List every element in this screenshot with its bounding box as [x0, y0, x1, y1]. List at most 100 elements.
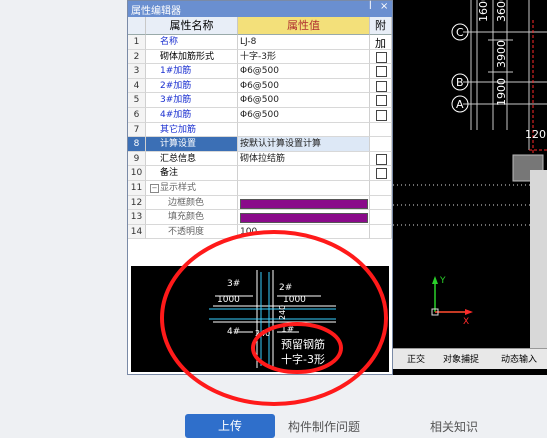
property-value[interactable]: 100 — [238, 224, 370, 240]
property-row[interactable]: 4 2#加筋 Φ6@500 — [128, 78, 392, 94]
property-name: 1#加筋 — [146, 64, 238, 79]
property-row[interactable]: 2 砌体加筋形式 十字-3形 — [128, 49, 392, 65]
property-value[interactable]: Φ6@500 — [238, 108, 370, 123]
header-value: 属性值 — [238, 17, 370, 35]
row-index: 3 — [128, 64, 146, 79]
property-name: 填充颜色 — [146, 210, 238, 225]
property-value[interactable]: Φ6@500 — [238, 78, 370, 94]
color-swatch[interactable] — [240, 213, 368, 224]
add-cell — [370, 78, 392, 94]
preview-label-2: 2# — [279, 283, 292, 293]
add-checkbox[interactable] — [376, 153, 387, 165]
property-value[interactable] — [238, 195, 370, 211]
property-row[interactable]: 6 4#加筋 Φ6@500 — [128, 108, 392, 123]
preview-note-line2: 十字-3形 — [281, 352, 325, 366]
property-name: − 显示样式 — [146, 181, 238, 196]
cad-drawing-area[interactable]: C B A 1600 3600 1900 3900 120 Y X — [393, 0, 547, 375]
property-value[interactable]: 十字-3形 — [238, 49, 370, 65]
property-name-text: 不透明度 — [168, 226, 205, 237]
add-cell — [370, 137, 392, 152]
property-name-text: 填充颜色 — [168, 212, 205, 223]
add-checkbox[interactable] — [376, 66, 387, 78]
upload-button[interactable]: 上传 — [185, 414, 275, 438]
property-name: 名称 — [146, 35, 238, 50]
pin-icon[interactable]: ꟾ — [369, 2, 372, 12]
property-name-text: 砌体加筋形式 — [160, 51, 215, 62]
property-name-text: 1#加筋 — [160, 66, 192, 77]
property-name-text: 边框颜色 — [168, 197, 205, 208]
property-name: 砌体加筋形式 — [146, 49, 238, 65]
property-editor-titlebar[interactable]: 属性编辑器 ꟾ × — [128, 1, 392, 17]
add-checkbox[interactable] — [376, 51, 387, 63]
property-value[interactable]: Φ6@500 — [238, 93, 370, 108]
property-value[interactable]: LJ-8 — [238, 35, 370, 50]
property-value[interactable] — [238, 181, 370, 196]
property-row[interactable]: 8 计算设置 按默认计算设置计算 — [128, 137, 392, 152]
add-cell — [370, 224, 392, 240]
cad-side-panel — [530, 170, 547, 350]
ortho-toggle[interactable]: 正交 — [407, 352, 425, 365]
property-name-text: 显示样式 — [160, 183, 197, 193]
axis-x-label: X — [463, 317, 469, 327]
add-cell — [370, 166, 392, 181]
cad-status-toolbar: 正交 对象捕捉 动态输入 — [393, 348, 547, 369]
preview-label-240-bottom: 240 — [255, 329, 270, 338]
row-index: 13 — [128, 210, 146, 225]
property-value[interactable] — [238, 210, 370, 225]
dim-3900: 3900 — [495, 40, 508, 68]
row-index: 5 — [128, 93, 146, 108]
property-value[interactable]: 砌体拉结筋 — [238, 151, 370, 167]
preview-drawing: 3# 2# 1000 1000 240 1# 4# 240 预留钢筋 十字-3形 — [209, 270, 336, 368]
dynamic-input-toggle[interactable]: 动态输入 — [501, 352, 537, 365]
property-row[interactable]: 11− 显示样式 — [128, 181, 392, 196]
property-row[interactable]: 3 1#加筋 Φ6@500 — [128, 64, 392, 79]
property-row[interactable]: 1 名称 LJ-8 — [128, 35, 392, 50]
row-index: 14 — [128, 224, 146, 240]
color-swatch[interactable] — [240, 198, 368, 209]
row-index: 10 — [128, 166, 146, 181]
add-cell — [370, 93, 392, 108]
property-value[interactable]: 按默认计算设置计算 — [238, 137, 370, 152]
property-row[interactable]: 14 不透明度 100 — [128, 224, 392, 240]
rebar-preview: 3# 2# 1000 1000 240 1# 4# 240 预留钢筋 十字-3形 — [131, 266, 389, 372]
preview-label-4: 4# — [227, 327, 240, 337]
property-row[interactable]: 5 3#加筋 Φ6@500 — [128, 93, 392, 108]
preview-label-3: 3# — [227, 279, 240, 289]
property-name-text: 汇总信息 — [160, 153, 197, 164]
preview-label-240-top: 240 — [278, 305, 287, 320]
axis-y-label: Y — [439, 276, 446, 286]
preview-label-1000-right: 1000 — [283, 295, 306, 305]
row-index: 7 — [128, 122, 146, 138]
add-checkbox[interactable] — [376, 168, 387, 180]
add-cell — [370, 64, 392, 79]
collapse-icon[interactable]: − — [150, 184, 159, 193]
background-link-1[interactable]: 构件制作问题 — [288, 418, 360, 435]
property-value[interactable]: Φ6@500 — [238, 64, 370, 79]
row-index: 6 — [128, 108, 146, 123]
property-row[interactable]: 12 边框颜色 — [128, 195, 392, 211]
add-checkbox[interactable] — [376, 110, 387, 121]
property-row[interactable]: 10 备注 — [128, 166, 392, 181]
object-snap-toggle[interactable]: 对象捕捉 — [443, 352, 479, 365]
property-row[interactable]: 7 其它加筋 — [128, 122, 392, 138]
close-icon[interactable]: × — [380, 1, 388, 12]
add-cell — [370, 210, 392, 225]
property-name: 边框颜色 — [146, 195, 238, 211]
add-checkbox[interactable] — [376, 80, 387, 92]
property-name: 其它加筋 — [146, 122, 238, 138]
add-cell — [370, 108, 392, 123]
property-value[interactable] — [238, 122, 370, 138]
add-cell — [370, 181, 392, 196]
row-index: 2 — [128, 49, 146, 65]
property-value[interactable] — [238, 166, 370, 181]
row-index: 1 — [128, 35, 146, 50]
row-index: 12 — [128, 195, 146, 211]
property-name: 汇总信息 — [146, 151, 238, 167]
add-cell — [370, 49, 392, 65]
property-row[interactable]: 13 填充颜色 — [128, 210, 392, 225]
add-cell — [370, 35, 392, 50]
row-index: 4 — [128, 78, 146, 94]
property-row[interactable]: 9 汇总信息 砌体拉结筋 — [128, 151, 392, 167]
add-checkbox[interactable] — [376, 95, 387, 107]
background-link-2[interactable]: 相关知识 — [430, 418, 478, 435]
